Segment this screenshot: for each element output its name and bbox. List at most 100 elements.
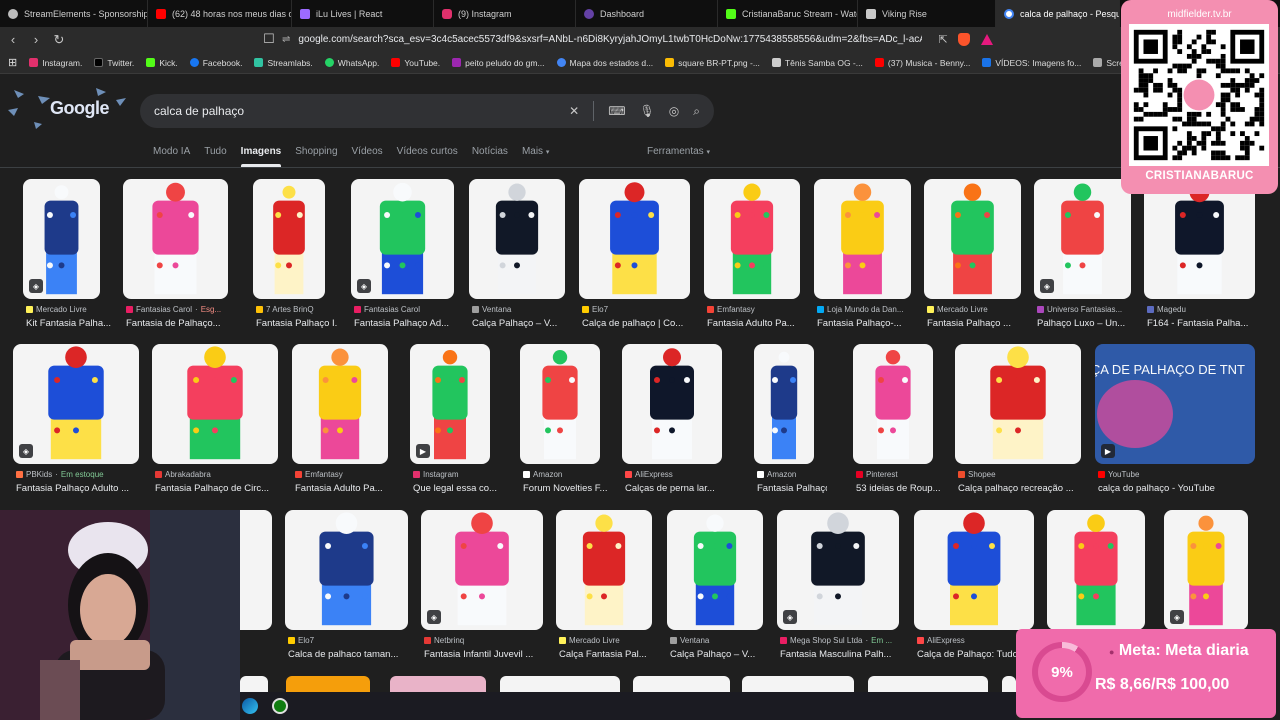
tab-tudo[interactable]: Tudo <box>204 146 226 157</box>
image-result-card[interactable]: Shopee Calça palhaço recreação ... <box>955 344 1081 497</box>
result-title[interactable]: Palhaço Luxo – Un... <box>1037 318 1144 329</box>
result-thumbnail[interactable] <box>1144 179 1255 299</box>
result-title[interactable]: Calça Palhaço – V... <box>670 649 776 660</box>
result-thumbnail[interactable] <box>914 510 1034 630</box>
tab-videos[interactable]: Vídeos <box>352 146 383 157</box>
result-title[interactable]: Fantasia Palhaço de Circ... <box>155 483 291 494</box>
result-title[interactable]: Calça Palhaço – V... <box>472 318 578 329</box>
result-source[interactable]: Amazon <box>523 470 613 479</box>
reload-button[interactable]: ↻ <box>49 30 69 50</box>
bookmark-mapa-estados[interactable]: Mapa dos estados d... <box>556 58 653 68</box>
result-thumbnail[interactable] <box>152 344 278 464</box>
result-source[interactable]: 7 Artes BrinQ <box>256 305 338 314</box>
bookmark-videos-imagens[interactable]: VÍDEOS: Imagens fo... <box>982 58 1081 68</box>
image-result-card[interactable]: Ventana Calça Palhaço – V... <box>667 510 763 663</box>
result-thumbnail[interactable] <box>123 179 228 299</box>
tab-google-search-active[interactable]: calca de palhaço - Pesquis <box>996 0 1120 27</box>
image-result-card[interactable]: 7 Artes BrinQ Fantasia Palhaço I... <box>253 179 338 332</box>
result-thumbnail[interactable] <box>924 179 1021 299</box>
result-source[interactable]: Mega Shop Sul Ltda · Em ... <box>780 636 912 645</box>
omnibox-url[interactable]: ⇌ google.com/search?sca_esv=3c4c5acec557… <box>282 29 922 49</box>
tab-instagram[interactable]: (9) Instagram <box>434 0 576 27</box>
bookmark-square-br-pt[interactable]: square BR-PT.png -... <box>665 58 760 68</box>
result-source[interactable]: Netbrinq <box>424 636 556 645</box>
tab-youtube-video[interactable]: (62) 48 horas nos meus dias d <box>148 0 292 27</box>
image-result-card[interactable]: Mercado Livre Calça Fantasia Pal... <box>556 510 652 663</box>
forward-button[interactable]: › <box>26 30 46 50</box>
result-thumbnail[interactable] <box>754 344 814 464</box>
result-source[interactable]: Universo Fantasias... <box>1037 305 1144 314</box>
result-title[interactable]: Forum Novelties F... <box>523 483 613 494</box>
image-result-card[interactable]: Emfantasy Fantasia Adulto Pa... <box>292 344 388 497</box>
image-result-card[interactable]: Netbrinq Fantasia Infantil Juvevil ... ◈ <box>421 510 543 663</box>
result-title[interactable]: Calça palhaço recreação ... <box>958 483 1094 494</box>
result-title[interactable]: Fantasia Palhaço ... <box>757 483 827 494</box>
image-result-card[interactable]: Ventana Calça Palhaço – V... <box>469 179 565 332</box>
image-result-card[interactable]: Mercado Livre Fantasia Palhaço ... <box>924 179 1021 332</box>
result-title[interactable]: Fantasia Palhaço I... <box>256 318 338 329</box>
result-thumbnail[interactable] <box>853 344 933 464</box>
tab-dashboard[interactable]: Dashboard <box>576 0 718 27</box>
bookmark-musica-benny[interactable]: (37) Musica - Benny... <box>874 58 970 68</box>
result-thumbnail[interactable] <box>285 510 408 630</box>
tab-mais[interactable]: Mais ▾ <box>522 146 549 157</box>
result-thumbnail[interactable] <box>579 179 690 299</box>
result-source[interactable]: Loja Mundo da Dan... <box>817 305 924 314</box>
image-result-card[interactable]: Magedu F164 - Fantasia Palha... <box>1144 179 1255 332</box>
image-result-card[interactable]: Loja Mundo da Dan... Fantasia Palhaço-... <box>814 179 911 332</box>
tab-ilu-lives[interactable]: iLu Lives | React <box>292 0 434 27</box>
result-source[interactable]: Amazon <box>757 470 827 479</box>
bookmark-peito-peludo[interactable]: peito peludo do gm... <box>452 58 545 68</box>
image-result-card[interactable]: Fantasias Carol · Esg... Fantasia de Palhaç… <box>123 179 228 332</box>
result-thumbnail[interactable] <box>469 179 565 299</box>
result-title[interactable]: Fantasia Adulto Pa... <box>295 483 401 494</box>
result-source[interactable]: Shopee <box>958 470 1094 479</box>
result-title[interactable]: Calça Fantasia Pal... <box>559 649 665 660</box>
result-source[interactable]: AliExpress <box>625 470 735 479</box>
bookmark-facebook[interactable]: Facebook. <box>189 58 242 68</box>
result-thumbnail[interactable] <box>704 179 800 299</box>
tab-modo-ia[interactable]: Modo IA <box>153 146 190 157</box>
lens-search-icon[interactable]: ◎ <box>669 104 679 118</box>
result-title[interactable]: Fantasia Adulto Pa... <box>707 318 813 329</box>
brave-rewards-icon[interactable] <box>981 34 993 45</box>
apps-grid-button[interactable]: ⊞ <box>8 56 17 69</box>
result-title[interactable]: Fantasia Masculina Palh... <box>780 649 912 660</box>
result-title[interactable]: Fantasia Infantil Juvevil ... <box>424 649 556 660</box>
result-source[interactable]: Fantasias Carol · Esg... <box>126 305 241 314</box>
bookmark-whatsapp[interactable]: WhatsApp. <box>324 58 379 68</box>
edge-browser-icon[interactable] <box>242 698 258 714</box>
voice-search-icon[interactable]: 🎙 <box>640 104 655 118</box>
image-result-card[interactable]: Amazon Forum Novelties F... <box>520 344 607 497</box>
result-title[interactable]: Fantasia de Palhaço... <box>126 318 241 329</box>
result-source[interactable]: Elo7 <box>288 636 421 645</box>
result-source[interactable]: Fantasias Carol <box>354 305 467 314</box>
tab-streamelements[interactable]: StreamElements - Sponsorship <box>0 0 148 27</box>
result-thumbnail[interactable]: CALÇA DE PALHAÇO DE TNT <box>1095 344 1255 464</box>
bookmark-youtube[interactable]: YouTube. <box>391 58 440 68</box>
result-thumbnail[interactable] <box>955 344 1081 464</box>
image-result-card[interactable]: Fantasias Carol Fantasia Palhaço Ad... ◈ <box>351 179 454 332</box>
result-title[interactable]: F164 - Fantasia Palha... <box>1147 318 1268 329</box>
result-title[interactable]: Kit Fantasia Palha... <box>26 318 113 329</box>
image-result-card[interactable]: CALÇA DE PALHAÇO DE TNTYouTubecalça do p… <box>1095 344 1255 497</box>
share-button[interactable]: ⇱ <box>933 29 953 49</box>
bookmark-instagram[interactable]: Instagram. <box>29 58 82 68</box>
result-thumbnail[interactable] <box>814 179 911 299</box>
tab-noticias[interactable]: Notícias <box>472 146 508 157</box>
clear-search-icon[interactable]: ✕ <box>569 104 579 118</box>
result-thumbnail[interactable] <box>292 344 388 464</box>
tab-kick-stream[interactable]: CristianaBaruc Stream - Watch <box>718 0 858 27</box>
bookmark-streamlabs[interactable]: Streamlabs. <box>254 58 313 68</box>
result-thumbnail[interactable] <box>622 344 722 464</box>
google-logo[interactable]: Google <box>50 98 110 119</box>
keyboard-icon[interactable]: ⌨ <box>608 104 625 118</box>
tab-videos-curtos[interactable]: Vídeos curtos <box>397 146 458 157</box>
result-title[interactable]: Fantasia Palhaço ... <box>927 318 1034 329</box>
result-thumbnail[interactable] <box>520 344 600 464</box>
image-result-card[interactable]: Mercado Livre Kit Fantasia Palha... ◈ <box>23 179 111 332</box>
xbox-icon[interactable] <box>272 698 288 714</box>
result-source[interactable]: Mercado Livre <box>559 636 665 645</box>
image-result-card[interactable]: Pinterest 53 ideias de Roup... <box>853 344 941 497</box>
result-source[interactable]: Pinterest <box>856 470 946 479</box>
